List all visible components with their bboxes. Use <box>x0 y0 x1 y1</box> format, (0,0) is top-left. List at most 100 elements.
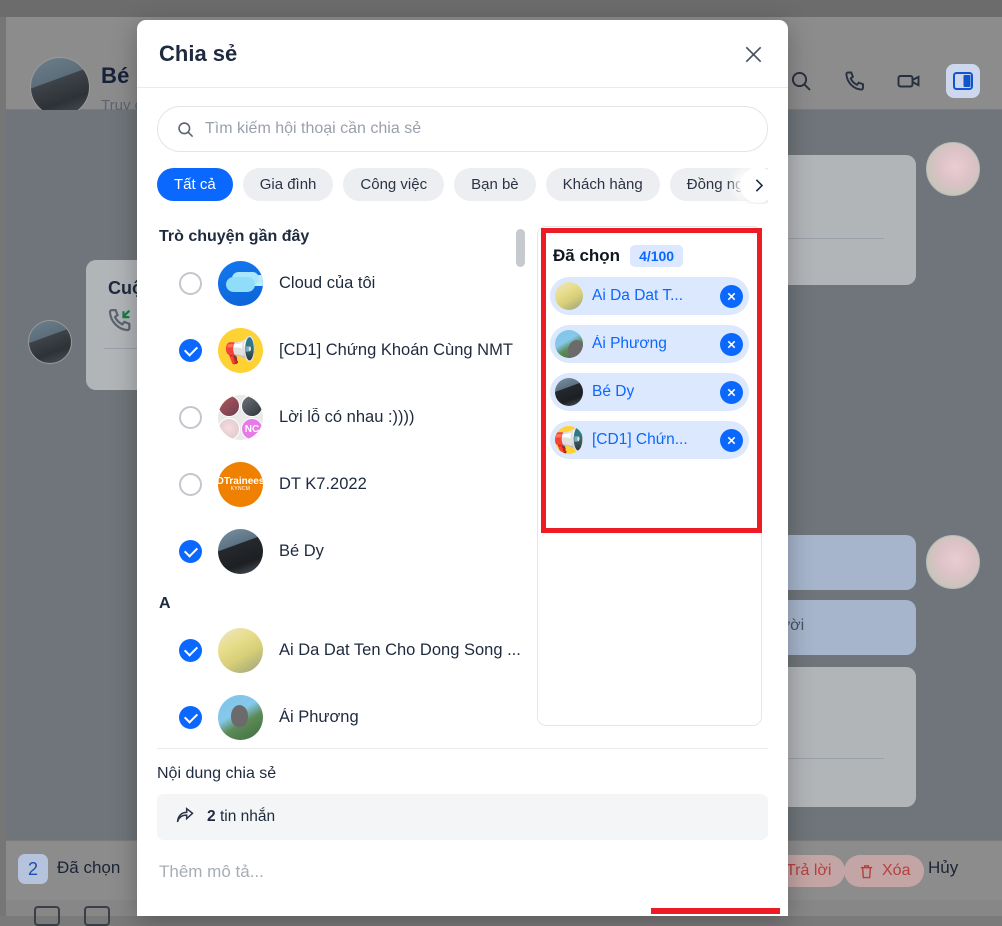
megaphone-avatar <box>555 426 583 454</box>
conversation-name: Ai Da Dat Ten Cho Dong Song ... <box>279 641 521 660</box>
list-item[interactable]: Ai Da Dat Ten Cho Dong Song ... <box>157 617 527 684</box>
share-count-number: 2 <box>207 808 216 825</box>
filter-chips: Tất cả Gia đình Công việc Bạn bè Khách h… <box>157 168 768 201</box>
cloud-avatar <box>218 261 263 306</box>
share-count: 2 tin nhắn <box>207 808 275 826</box>
selected-column: Đã chọn 4/100 Ai Da Dat T... Ái Phương <box>537 218 768 748</box>
filter-chip-family[interactable]: Gia đình <box>243 168 334 201</box>
group-avatar-badge: NC <box>241 418 263 440</box>
dtrainees-avatar: DTrainees KYNCM <box>218 462 263 507</box>
group-avatar: NC <box>218 395 263 440</box>
conversation-checkbox[interactable] <box>179 639 202 662</box>
avatar-logo-bottom: KYNCM <box>231 487 251 492</box>
conversation-checkbox[interactable] <box>179 272 202 295</box>
bedy-avatar <box>555 378 583 406</box>
selected-chip[interactable]: Ái Phương <box>550 325 749 363</box>
delete-button[interactable]: Xóa <box>844 855 924 887</box>
conversation-name: Ái Phương <box>279 708 359 727</box>
close-circle-icon[interactable] <box>720 333 743 356</box>
megaphone-avatar <box>218 328 263 373</box>
selected-chip[interactable]: Bé Dy <box>550 373 749 411</box>
search-box[interactable] <box>157 106 768 152</box>
list-item[interactable]: Bé Dy <box>157 518 527 585</box>
search-input[interactable] <box>205 120 749 138</box>
conversation-checkbox[interactable] <box>179 406 202 429</box>
yellow-flower-avatar <box>218 628 263 673</box>
selected-chip[interactable]: Ai Da Dat T... <box>550 277 749 315</box>
bedy-avatar <box>218 529 263 574</box>
conversation-name: Cloud của tôi <box>279 274 375 293</box>
selected-header: Đã chọn 4/100 <box>550 245 749 267</box>
image-icon[interactable] <box>84 906 110 926</box>
filter-chip-work[interactable]: Công việc <box>343 168 444 201</box>
search-icon[interactable] <box>784 64 818 98</box>
selected-chip-name: Ái Phương <box>592 335 711 353</box>
share-content-label: Nội dung chia sẻ <box>157 765 768 783</box>
reply-button-label: Trả lời <box>786 862 831 880</box>
alpha-group-label: A <box>157 585 527 617</box>
filter-chip-all[interactable]: Tất cả <box>157 168 233 201</box>
list-item[interactable]: [CD1] Chứng Khoán Cùng NMT <box>157 317 527 384</box>
selected-chip[interactable]: [CD1] Chứn... <box>550 421 749 459</box>
bottom-highlight-bar <box>651 908 780 914</box>
selected-chip-name: Bé Dy <box>592 383 711 401</box>
sidebar-panel-icon[interactable] <box>946 64 980 98</box>
message-avatar <box>28 320 72 364</box>
totoro-avatar <box>218 695 263 740</box>
filter-chip-friends[interactable]: Bạn bè <box>454 168 536 201</box>
chat-header-avatar <box>30 57 90 117</box>
selected-chip-name: [CD1] Chứn... <box>592 431 711 449</box>
share-arrow-icon <box>175 807 195 827</box>
conversation-checkbox[interactable] <box>179 706 202 729</box>
close-circle-icon[interactable] <box>720 381 743 404</box>
selected-count-badge: 2 <box>18 854 48 884</box>
close-circle-icon[interactable] <box>720 429 743 452</box>
close-icon[interactable] <box>736 37 770 71</box>
message-avatar <box>926 535 980 589</box>
conversation-name: Lời lỗ có nhau :)))) <box>279 408 415 427</box>
selected-panel: Đã chọn 4/100 Ai Da Dat T... Ái Phương <box>537 226 762 726</box>
recent-group-label: Trò chuyện gần đây <box>157 218 527 250</box>
phone-icon[interactable] <box>838 64 872 98</box>
delete-button-label: Xóa <box>882 862 910 880</box>
trash-icon <box>858 863 875 880</box>
yellow-flower-avatar <box>555 282 583 310</box>
totoro-avatar <box>555 330 583 358</box>
conversation-checkbox[interactable] <box>179 540 202 563</box>
message-avatar <box>926 142 980 196</box>
dialog-footer: Nội dung chia sẻ 2 tin nhắn <box>157 748 768 882</box>
search-section <box>137 88 788 152</box>
list-scrollbar[interactable] <box>516 229 525 267</box>
sticker-icon[interactable] <box>34 906 60 926</box>
list-item[interactable]: Ái Phương <box>157 684 527 748</box>
selected-count: 4/100 <box>630 245 683 267</box>
window-title-strip <box>0 0 1002 17</box>
close-circle-icon[interactable] <box>720 285 743 308</box>
video-camera-icon[interactable] <box>892 64 926 98</box>
conversation-name: DT K7.2022 <box>279 475 367 494</box>
list-item[interactable]: Cloud của tôi <box>157 250 527 317</box>
filter-chips-row: Tất cả Gia đình Công việc Bạn bè Khách h… <box>157 168 768 204</box>
selected-label: Đã chọn <box>553 246 620 266</box>
chat-header-actions <box>784 64 980 98</box>
share-content-box[interactable]: 2 tin nhắn <box>157 794 768 840</box>
filter-chip-customers[interactable]: Khách hàng <box>546 168 660 201</box>
cancel-button[interactable]: Hủy <box>928 858 958 878</box>
selected-label: Đã chọn <box>57 858 120 878</box>
search-icon <box>176 120 195 139</box>
phone-incoming-icon <box>106 306 134 334</box>
conversation-checkbox[interactable] <box>179 473 202 496</box>
share-count-unit: tin nhắn <box>220 808 275 825</box>
dialog-header: Chia sẻ <box>137 20 788 88</box>
dialog-body: Trò chuyện gần đây Cloud của tôi [CD1] C… <box>137 218 788 748</box>
conversation-list[interactable]: Trò chuyện gần đây Cloud của tôi [CD1] C… <box>157 218 527 748</box>
list-item[interactable]: NC Lời lỗ có nhau :)))) <box>157 384 527 451</box>
list-item[interactable]: DTrainees KYNCM DT K7.2022 <box>157 451 527 518</box>
conversation-name: [CD1] Chứng Khoán Cùng NMT <box>279 341 513 360</box>
share-dialog: Chia sẻ Tất cả Gia đình Công việc Bạn bè… <box>137 20 788 916</box>
description-input[interactable] <box>157 840 768 882</box>
conversation-name: Bé Dy <box>279 542 324 561</box>
dialog-title: Chia sẻ <box>159 41 237 67</box>
conversation-checkbox[interactable] <box>179 339 202 362</box>
selected-chip-name: Ai Da Dat T... <box>592 287 711 305</box>
